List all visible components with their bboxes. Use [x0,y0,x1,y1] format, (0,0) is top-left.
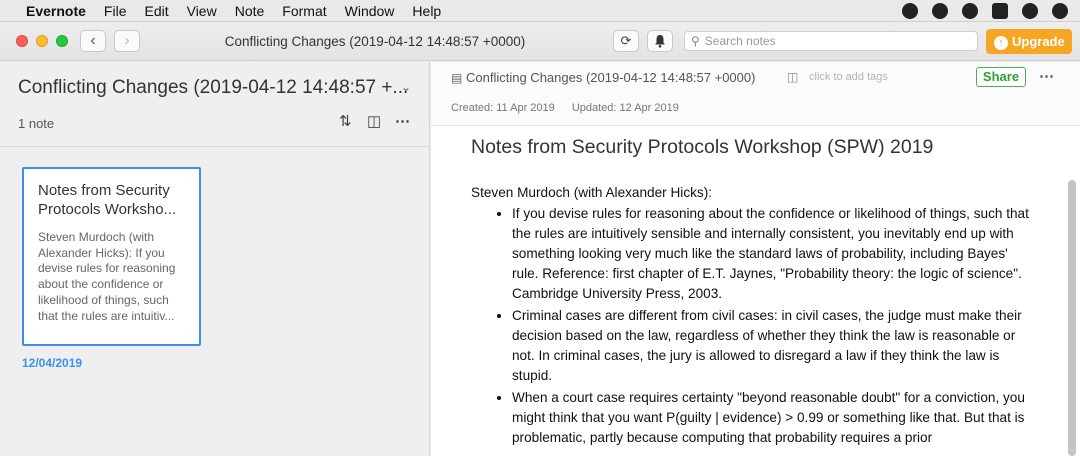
back-button[interactable]: ‹ [80,30,106,52]
window-toolbar: ‹ › Conflicting Changes (2019-04-12 14:4… [0,23,1080,61]
note-card-snippet: Steven Murdoch (with Alexander Hicks): I… [38,230,176,323]
search-input[interactable]: ⚲ Search notes [684,31,978,51]
share-button[interactable]: Share [976,67,1026,87]
menubar-tray [902,2,1080,19]
chevron-right-icon: › [124,32,130,49]
evernote-tray-icon[interactable] [902,2,918,19]
note-bullet: Criminal cases are different from civil … [512,306,1031,386]
more-options-icon[interactable]: ⋯ [395,112,410,130]
forward-button[interactable]: › [114,30,140,52]
search-icon: ⚲ [691,34,700,48]
note-card-title: Notes from Security Protocols Worksho... [38,182,177,218]
dropbox-tray-icon[interactable] [992,2,1008,19]
note-bullet: If you devise rules for reasoning about … [512,204,1031,304]
menu-view[interactable]: View [178,0,226,22]
editor-header: ▤ Conflicting Changes (2019-04-12 14:48:… [431,62,1080,126]
note-editor: ▤ Conflicting Changes (2019-04-12 14:48:… [431,62,1080,456]
updated-date: Updated: 12 Apr 2019 [571,102,679,114]
notifications-button[interactable] [647,30,673,52]
note-metadata: Created: 11 Apr 2019 Updated: 12 Apr 201… [451,102,693,114]
note-heading: Notes from Security Protocols Workshop (… [471,136,934,158]
menu-help[interactable]: Help [403,0,450,22]
menubar: Evernote File Edit View Note Format Wind… [0,0,1080,22]
created-date: Created: 11 Apr 2019 [451,102,555,114]
notebook-title[interactable]: Conflicting Changes (2019-04-12 14:48:57… [18,77,408,99]
sync-button[interactable]: ⟳ [613,30,639,52]
cloud-tray-icon[interactable] [1022,2,1038,19]
zoom-window-button[interactable] [56,35,68,47]
menu-app-name[interactable]: Evernote [14,0,95,22]
window-title: Conflicting Changes (2019-04-12 14:48:57… [224,34,526,49]
menu-format[interactable]: Format [273,0,335,22]
close-window-button[interactable] [16,35,28,47]
sort-icon[interactable]: ⇅ [339,112,352,130]
menu-file[interactable]: File [95,0,136,22]
view-options-icon[interactable]: ◫ [367,112,381,130]
upgrade-label: Upgrade [1012,34,1065,49]
note-card-date: 12/04/2019 [22,356,83,370]
note-body[interactable]: Notes from Security Protocols Workshop (… [471,136,1031,456]
editor-scrollbar[interactable] [1068,180,1076,456]
bell-icon [655,35,665,48]
more-options-icon[interactable]: ⋯ [1039,67,1054,85]
note-author-line: Steven Murdoch (with Alexander Hicks): [471,185,713,200]
onepassword-tray-icon[interactable] [962,2,978,19]
tag-input[interactable]: click to add tags [809,71,888,83]
note-bullet-list: If you devise rules for reasoning about … [471,204,1031,448]
menu-window[interactable]: Window [336,0,404,22]
note-card[interactable]: Notes from Security Protocols Worksho...… [22,167,201,346]
chat-tray-icon[interactable] [932,2,948,19]
upgrade-icon: ↑ [994,36,1008,50]
minimize-window-button[interactable] [36,35,48,47]
menu-note[interactable]: Note [226,0,274,22]
divider [0,146,430,147]
note-list-pane: Conflicting Changes (2019-04-12 14:48:57… [0,62,430,456]
note-bullet: When a court case requires certainty "be… [512,388,1031,448]
note-count: 1 note [18,116,55,131]
chevron-down-icon[interactable]: ⌄ [401,80,411,94]
upgrade-button[interactable]: ↑ Upgrade [986,29,1072,54]
tag-icon: ◫ [787,70,799,84]
spy-tray-icon[interactable] [1052,2,1068,19]
menu-edit[interactable]: Edit [135,0,177,22]
chevron-left-icon: ‹ [90,32,96,49]
notebook-icon: ▤ [451,71,463,85]
sync-icon: ⟳ [620,33,632,48]
search-placeholder: Search notes [704,34,776,48]
notebook-link[interactable]: Conflicting Changes (2019-04-12 14:48:57… [466,70,755,85]
